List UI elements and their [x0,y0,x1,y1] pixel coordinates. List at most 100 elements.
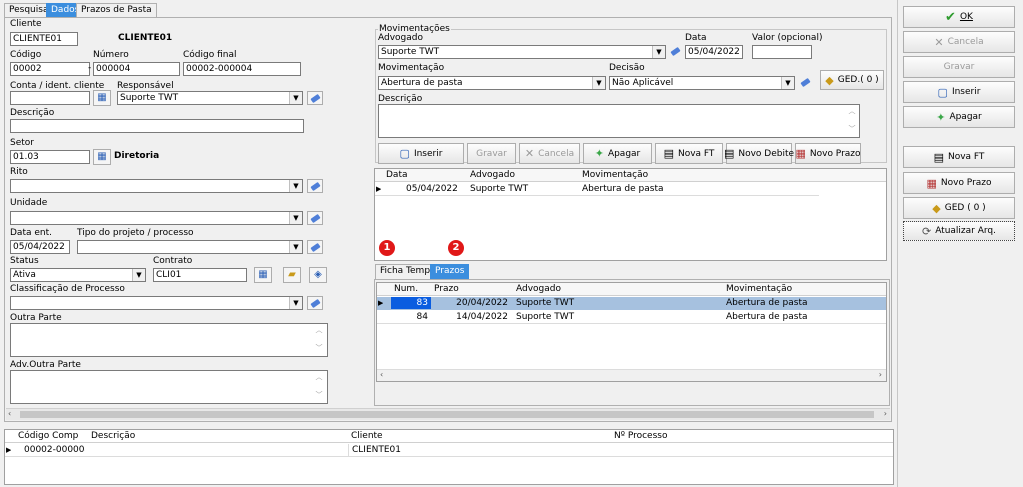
table-row[interactable]: ▶ 00002-000004 CLIENTE01 [5,444,893,457]
mov-valor-input[interactable] [752,45,812,59]
table-row[interactable]: ▶ 83 20/04/2022 Suporte TWT Abertura de … [377,297,886,310]
cell-num[interactable]: 84 [391,311,431,323]
apagar-button[interactable]: ✦ Apagar [903,106,1015,128]
cell-prazo[interactable]: 20/04/2022 [431,297,511,309]
col-header[interactable]: Movimentação [579,169,779,181]
mov-advogado-clear-button[interactable] [668,45,684,59]
descricao-input[interactable] [10,119,304,133]
prazos-grid[interactable]: Num. Prazo Advogado Movimentação ▶ 83 20… [376,282,887,382]
rito-select[interactable]: ▼ [10,179,303,193]
contrato-lookup-button[interactable]: ▦ [254,267,272,283]
processos-grid[interactable]: Código Comp Descrição Cliente Nº Process… [4,429,894,485]
cell-advogado[interactable]: Suporte TWT [467,183,577,195]
cell-codigo-comp[interactable]: 00002-000004 [21,444,85,456]
contrato-input[interactable]: CLI01 [153,268,247,282]
cancel-icon: ✕ [524,147,535,160]
chevron-down-icon: ▼ [289,180,302,192]
cell-movimentacao[interactable]: Abertura de pasta [723,297,883,309]
status-select[interactable]: Ativa ▼ [10,268,146,282]
codigo-final-input[interactable]: 00002-000004 [183,62,301,76]
col-header[interactable]: Nº Processo [611,430,711,442]
contrato-navigate-button[interactable]: ◈ [309,267,327,283]
responsavel-select[interactable]: Suporte TWT ▼ [117,91,303,105]
rito-label: Rito [10,167,28,177]
cell-advogado[interactable]: Suporte TWT [513,311,713,323]
cell-advogado[interactable]: Suporte TWT [513,297,713,309]
col-header[interactable]: Descrição [88,430,338,442]
responsavel-clear-button[interactable] [307,91,323,105]
table-row[interactable]: ▶ 05/04/2022 Suporte TWT Abertura de pas… [375,183,819,196]
unidade-select[interactable]: ▼ [10,211,303,225]
mov-advogado-select[interactable]: Suporte TWT ▼ [378,45,666,59]
tipo-clear-button[interactable] [307,240,323,254]
mov-novo-debite-button[interactable]: ▤ Novo Debite [724,143,794,164]
adv-outra-parte-scrollbar[interactable]: ︿ ﹀ [313,372,325,402]
mov-data-input[interactable]: 05/04/2022 [685,45,743,59]
ged-button[interactable]: ◆ GED ( 0 ) [903,197,1015,219]
chevron-down-icon: ▼ [781,77,794,89]
unidade-clear-button[interactable] [307,211,323,225]
numero-input[interactable]: 000004 [93,62,180,76]
table-row[interactable]: 84 14/04/2022 Suporte TWT Abertura de pa… [377,311,886,324]
codigo-input[interactable]: 00002 [10,62,90,76]
cell-cliente[interactable]: CLIENTE01 [348,444,610,456]
mov-novo-prazo-button[interactable]: ▦ Novo Prazo [795,143,861,164]
chevron-down-icon: ▼ [652,46,665,58]
classificacao-select[interactable]: ▼ [10,296,303,310]
mov-inserir-button[interactable]: ▢ Inserir [378,143,464,164]
cell-movimentacao[interactable]: Abertura de pasta [723,311,883,323]
prazos-horizontal-scrollbar[interactable]: ‹ › [377,369,886,381]
mov-cancela-button[interactable]: ✕ Cancela [519,143,580,164]
data-ent-input[interactable]: 05/04/2022 [10,240,70,254]
mov-ged-button[interactable]: ◆ GED.( 0 ) [820,70,884,90]
col-header[interactable]: Código Comp [15,430,85,442]
main-horizontal-scrollbar[interactable]: ‹ › [6,408,890,420]
mov-gravar-button[interactable]: Gravar [467,143,516,164]
col-header[interactable]: Advogado [467,169,577,181]
gravar-button[interactable]: Gravar [903,56,1015,78]
col-header[interactable]: Prazo [431,283,511,295]
mov-advogado-label: Advogado [378,33,423,43]
mov-decisao-clear-button[interactable] [798,76,814,90]
classificacao-clear-button[interactable] [307,296,323,310]
conta-input[interactable] [10,91,90,105]
cell-movimentacao[interactable]: Abertura de pasta [579,183,819,195]
calendar-icon: ▦ [795,147,806,160]
ok-button[interactable]: ✔ OK [903,6,1015,28]
tipo-select[interactable]: ▼ [77,240,303,254]
adv-outra-parte-textarea[interactable] [10,370,328,404]
col-header[interactable]: Num. [391,283,431,295]
cell-num[interactable]: 83 [391,297,431,309]
tab-prazos[interactable]: Prazos [430,264,470,279]
conta-lookup-button[interactable]: ▦ [93,90,111,106]
rito-clear-button[interactable] [307,179,323,193]
mov-decisao-select[interactable]: Não Aplicável ▼ [609,76,795,90]
setor-lookup-button[interactable]: ▦ [93,149,111,165]
col-header[interactable]: Cliente [348,430,608,442]
scroll-thumb[interactable] [20,411,874,418]
contrato-open-folder-button[interactable]: ▰ [283,267,301,283]
novo-prazo-button[interactable]: ▦ Novo Prazo [903,172,1015,194]
eraser-icon [310,242,321,253]
mov-apagar-button[interactable]: ✦ Apagar [583,143,652,164]
cell-data[interactable]: 05/04/2022 [403,183,465,195]
checkmark-icon: ✔ [945,9,956,25]
mov-descricao-scrollbar[interactable]: ︿ ﹀ [846,106,858,136]
descricao-label: Descrição [10,108,55,118]
setor-input[interactable]: 01.03 [10,150,90,164]
tab-prazos-de-pasta[interactable]: Prazos de Pasta [76,3,157,18]
outra-parte-scrollbar[interactable]: ︿ ﹀ [313,325,325,355]
nova-ft-button[interactable]: ▤ Nova FT [903,146,1015,168]
cell-prazo[interactable]: 14/04/2022 [431,311,511,323]
atualizar-arq-button[interactable]: ⟳ Atualizar Arq. [903,221,1015,241]
cancela-button[interactable]: ✕ Cancela [903,31,1015,53]
inserir-button[interactable]: ▢ Inserir [903,81,1015,103]
col-header[interactable]: Data [383,169,463,181]
col-header[interactable]: Movimentação [723,283,873,295]
mov-nova-ft-button[interactable]: ▤ Nova FT [655,143,723,164]
mov-descricao-textarea[interactable] [378,104,860,138]
outra-parte-textarea[interactable] [10,323,328,357]
col-header[interactable]: Advogado [513,283,713,295]
mov-movimentacao-select[interactable]: Abertura de pasta ▼ [378,76,606,90]
cliente-input[interactable]: CLIENTE01 [10,32,78,46]
